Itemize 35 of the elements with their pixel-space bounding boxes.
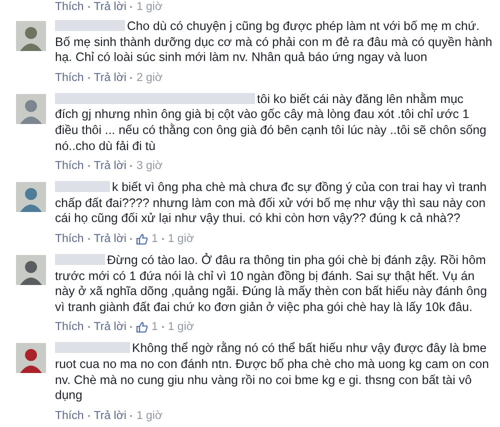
reply-link[interactable]: Trả lời	[94, 160, 126, 172]
reply-link[interactable]: Trả lời	[94, 72, 126, 84]
blurred-name	[55, 20, 125, 31]
comment-text: k biết vì ông pha chè mà chưa đc sự đồng ý của con trai hay vì tranh chấp đất đai???? nhưng làm con mà đối xử với bố mẹ như vậy thì sau này con cái họ cũng đối xử lại như vậy thui. có khi còn hơn vậy?? đúng k cả nhà??	[55, 180, 487, 227]
reply-link[interactable]: Trả lời	[94, 321, 126, 334]
like-link[interactable]: Thích	[55, 321, 84, 334]
comment-text: Đừng có tào lao. Ở đâu ra thông tin pha gói chè bị đánh zậy. Rồi hôm trước mới có 1 đứa nói là chỉ vì 10 ngàn đồng bị đánh. Sai sự thật hết. Vụ án này ở xã nghĩa dõng ,quảng ngãi. Đúng là mấy thèn con bất hiếu này đánh ông vì tranh giành đất đai chứ ko đơn giản ở việc pha gói chè hay là lấy 10k đâu.	[55, 252, 487, 316]
like-link[interactable]: Thích	[55, 232, 84, 245]
avatar-icon	[16, 254, 46, 285]
avatar-icon	[16, 94, 46, 124]
reply-link[interactable]: Trả lời	[94, 232, 126, 245]
reply-link[interactable]: Trả lời	[94, 410, 126, 422]
comment-time: 1 giờ	[136, 0, 163, 12]
like-link[interactable]: Thích	[55, 0, 84, 12]
comment-text: Không thể ngờ rằng nó có thể bất hiếu như vậy được đây là bme ruot cua no ma no con đánh ntn. Được bố pha chè cho mà uong kg cam on con nv. Chè mà no cung giu nhu vàng rồi no coi bme kg e gi. thsng con bất tài vô dụng	[55, 341, 489, 404]
like-link[interactable]: Thích	[55, 160, 84, 172]
reply-link[interactable]: Trả lời	[94, 0, 126, 12]
avatar-icon	[16, 182, 46, 212]
comment-text: Cho dù có chuyện j cũng bg được phép làm nt với bố mẹ m chứ. Bố mẹ sinh thành dưỡng dục cơ mà có phải con m đẻ ra đâu mà có quyền hành hạ. Chỉ có loài súc sinh mới làm nv. Nhân quả báo ứng ngay và luon	[55, 19, 492, 66]
like-link[interactable]: Thích	[55, 410, 84, 422]
avatar-icon	[16, 21, 46, 51]
comment-time: 2 giờ	[136, 72, 163, 84]
comment-time: 1 giờ	[168, 321, 194, 334]
comment-time: 1 giờ	[168, 232, 194, 245]
blurred-name	[55, 254, 105, 265]
comment-text: tôi ko biết cái này đăng lên nhằm mục đích gj nhưng nhìn ông già bị cột vào gốc cây mà lòng đau xót .tôi chỉ ước 1 điều thôi ... nếu có thằng con ông già đó bên cạnh tôi lúc này ..tôi sẽ chôn sống nó..cho dù fải đi tù	[55, 92, 486, 154]
thumbs-up-icon	[136, 321, 148, 334]
like-count: 1	[151, 232, 158, 245]
comment-time: 3 giờ	[136, 160, 163, 172]
avatar-icon	[16, 343, 46, 374]
like-link[interactable]: Thích	[55, 72, 84, 84]
like-count: 1	[151, 321, 158, 334]
blurred-name	[55, 181, 110, 192]
comment-time: 1 giờ	[136, 410, 163, 422]
thumbs-up-icon	[136, 232, 148, 245]
